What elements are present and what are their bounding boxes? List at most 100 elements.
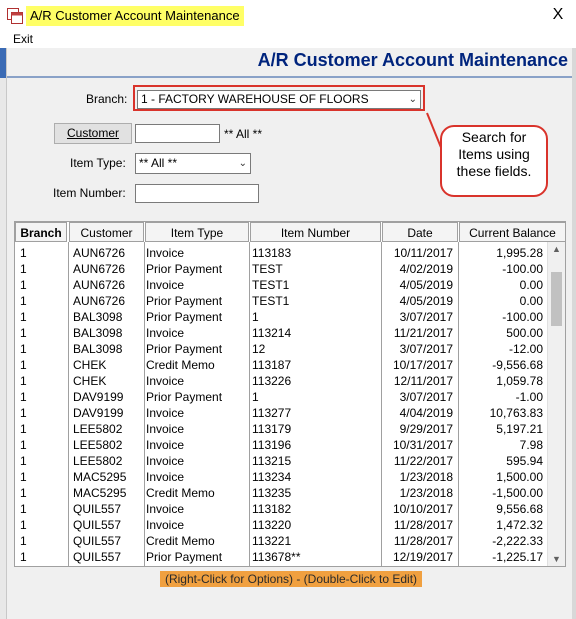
column-header-customer[interactable]: Customer xyxy=(69,222,144,242)
chevron-down-icon: ⌄ xyxy=(238,158,247,169)
cell-branch: 1 xyxy=(20,534,27,548)
cell-date: 3/07/2017 xyxy=(399,310,453,324)
cell-date: 10/31/2017 xyxy=(392,438,453,452)
cell-item-type: Invoice xyxy=(146,438,185,452)
close-icon[interactable]: X xyxy=(550,5,566,25)
cell-customer: BAL3098 xyxy=(73,326,123,340)
cell-date: 11/28/2017 xyxy=(393,518,453,532)
results-table[interactable]: Branch Customer Item Type Item Number Da… xyxy=(14,221,566,567)
menu-exit[interactable]: Exit xyxy=(13,32,33,46)
cell-item-number: 1 xyxy=(252,390,259,404)
customer-button[interactable]: Customer xyxy=(54,123,132,144)
cell-branch: 1 xyxy=(20,454,27,468)
column-header-item-number[interactable]: Item Number xyxy=(250,222,381,242)
customer-input[interactable] xyxy=(135,124,220,143)
cell-branch: 1 xyxy=(20,310,27,324)
table-row[interactable]: 1 MAC5295 Credit Memo 113235 1/23/2018 -1,500… xyxy=(15,485,547,501)
cell-item-number: 113226 xyxy=(252,374,292,388)
cell-item-type: Invoice xyxy=(146,246,185,260)
cell-item-type: Prior Payment xyxy=(146,294,223,308)
branch-select[interactable]: 1 - FACTORY WAREHOUSE OF FLOORS ⌄ xyxy=(137,90,421,109)
cell-item-type: Invoice xyxy=(146,470,185,484)
table-row[interactable]: 1 MAC5295 Invoice 113234 1/23/2018 1,500.00 xyxy=(15,469,547,485)
cell-date: 10/11/2017 xyxy=(393,246,453,260)
cell-customer: AUN6726 xyxy=(73,278,126,292)
cell-current-balance: 7.98 xyxy=(519,438,543,452)
column-header-current-balance[interactable]: Current Balance xyxy=(459,222,565,242)
column-header-branch[interactable]: Branch xyxy=(15,222,67,242)
cell-date: 3/07/2017 xyxy=(399,342,453,356)
table-row[interactable]: 1 LEE5802 Invoice 113196 10/31/2017 7.98 xyxy=(15,437,547,453)
cell-item-number: 113214 xyxy=(252,326,292,340)
cell-item-number: 113220 xyxy=(252,518,292,532)
cell-customer: AUN6726 xyxy=(73,262,126,276)
form-title: A/R Customer Account Maintenance xyxy=(0,50,572,71)
cell-current-balance: 1,995.28 xyxy=(496,246,543,260)
cell-customer: MAC5295 xyxy=(73,470,127,484)
cell-item-number: TEST xyxy=(252,262,283,276)
cell-branch: 1 xyxy=(20,486,27,500)
table-row[interactable]: 1 BAL3098 Prior Payment 12 3/07/2017 -12.00 xyxy=(15,341,547,357)
cell-branch: 1 xyxy=(20,438,27,452)
menu-bar: Exit xyxy=(0,30,576,48)
table-row[interactable]: 1 DAV9199 Prior Payment 1 3/07/2017 -1.00 xyxy=(15,389,547,405)
cell-current-balance: -1,225.17 xyxy=(492,550,543,564)
cell-date: 4/05/2019 xyxy=(399,278,453,292)
cell-customer: AUN6726 xyxy=(73,246,126,260)
column-header-date[interactable]: Date xyxy=(382,222,458,242)
cell-item-type: Invoice xyxy=(146,422,185,436)
branch-select-value: 1 - FACTORY WAREHOUSE OF FLOORS xyxy=(141,92,369,106)
cell-current-balance: -2,222.33 xyxy=(492,534,543,548)
table-row[interactable]: 1 QUIL557 Invoice 113182 10/10/2017 9,556.68 xyxy=(15,501,547,517)
app-window-icon xyxy=(7,8,23,24)
cell-item-number: 113183 xyxy=(252,246,292,260)
table-row[interactable]: 1 AUN6726 Invoice 113183 10/11/2017 1,995.28 xyxy=(15,245,547,261)
cell-current-balance: 5,197.21 xyxy=(496,422,543,436)
right-edge xyxy=(572,48,576,619)
cell-item-number: 113221 xyxy=(252,534,292,548)
cell-branch: 1 xyxy=(20,406,27,420)
cell-date: 4/04/2019 xyxy=(399,406,453,420)
table-row[interactable]: 1 AUN6726 Prior Payment TEST 4/02/2019 -100.0… xyxy=(15,261,547,277)
cell-item-type: Prior Payment xyxy=(146,262,223,276)
table-row[interactable]: 1 LEE5802 Invoice 113179 9/29/2017 5,197.21 xyxy=(15,421,547,437)
table-row[interactable]: 1 BAL3098 Prior Payment 1 3/07/2017 -100.00 xyxy=(15,309,547,325)
cell-customer: QUIL557 xyxy=(73,534,122,548)
callout-line-2: Items using xyxy=(458,146,530,162)
cell-item-number: 113234 xyxy=(252,470,292,484)
table-row[interactable]: 1 CHEK Credit Memo 113187 10/17/2017 -9,556.6… xyxy=(15,357,547,373)
cell-customer: LEE5802 xyxy=(73,438,123,452)
cell-current-balance: 1,059.78 xyxy=(496,374,543,388)
item-number-input[interactable] xyxy=(135,184,259,203)
table-row[interactable]: 1 AUN6726 Invoice TEST1 4/05/2019 0.00 xyxy=(15,277,547,293)
cell-date: 11/28/2017 xyxy=(393,534,453,548)
table-row[interactable]: 1 CHEK Invoice 113226 12/11/2017 1,059.78 xyxy=(15,373,547,389)
cell-item-number: 113215 xyxy=(252,454,292,468)
table-row[interactable]: 1 DAV9199 Invoice 113277 4/04/2019 10,763.83 xyxy=(15,405,547,421)
cell-customer: CHEK xyxy=(73,358,107,372)
customer-all-label: ** All ** xyxy=(224,127,263,141)
table-row[interactable]: 1 BAL3098 Invoice 113214 11/21/2017 500.00 xyxy=(15,325,547,341)
table-row[interactable]: 1 QUIL557 Invoice 113220 11/28/2017 1,472.32 xyxy=(15,517,547,533)
cell-customer: QUIL557 xyxy=(73,502,122,516)
table-row[interactable]: 1 QUIL557 Prior Payment 113678** 12/19/2017 -… xyxy=(15,549,547,565)
cell-date: 4/05/2019 xyxy=(399,294,453,308)
column-header-item-type[interactable]: Item Type xyxy=(145,222,249,242)
table-row[interactable]: 1 AUN6726 Prior Payment TEST1 4/05/2019 0.00 xyxy=(15,293,547,309)
cell-current-balance: 0.00 xyxy=(519,294,543,308)
scroll-thumb[interactable] xyxy=(551,272,562,326)
cell-branch: 1 xyxy=(20,374,27,388)
cell-item-number: 113277 xyxy=(252,406,292,420)
cell-date: 1/23/2018 xyxy=(399,470,453,484)
cell-customer: CHEK xyxy=(73,374,107,388)
table-row[interactable]: 1 QUIL557 Credit Memo 113221 11/28/2017 -2,22… xyxy=(15,533,547,549)
cell-current-balance: -1.00 xyxy=(515,390,543,404)
vertical-scrollbar[interactable]: ▲ ▼ xyxy=(547,242,565,566)
cell-branch: 1 xyxy=(20,246,27,260)
item-type-select[interactable]: ** All ** ⌄ xyxy=(135,153,251,174)
scroll-up-icon[interactable]: ▲ xyxy=(548,244,565,254)
table-row[interactable]: 1 LEE5802 Invoice 113215 11/22/2017 595.94 xyxy=(15,453,547,469)
table-body: 1 AUN6726 Invoice 113183 10/11/2017 1,995.28 1… xyxy=(15,245,547,565)
cell-item-type: Prior Payment xyxy=(146,342,223,356)
scroll-down-icon[interactable]: ▼ xyxy=(548,554,565,564)
